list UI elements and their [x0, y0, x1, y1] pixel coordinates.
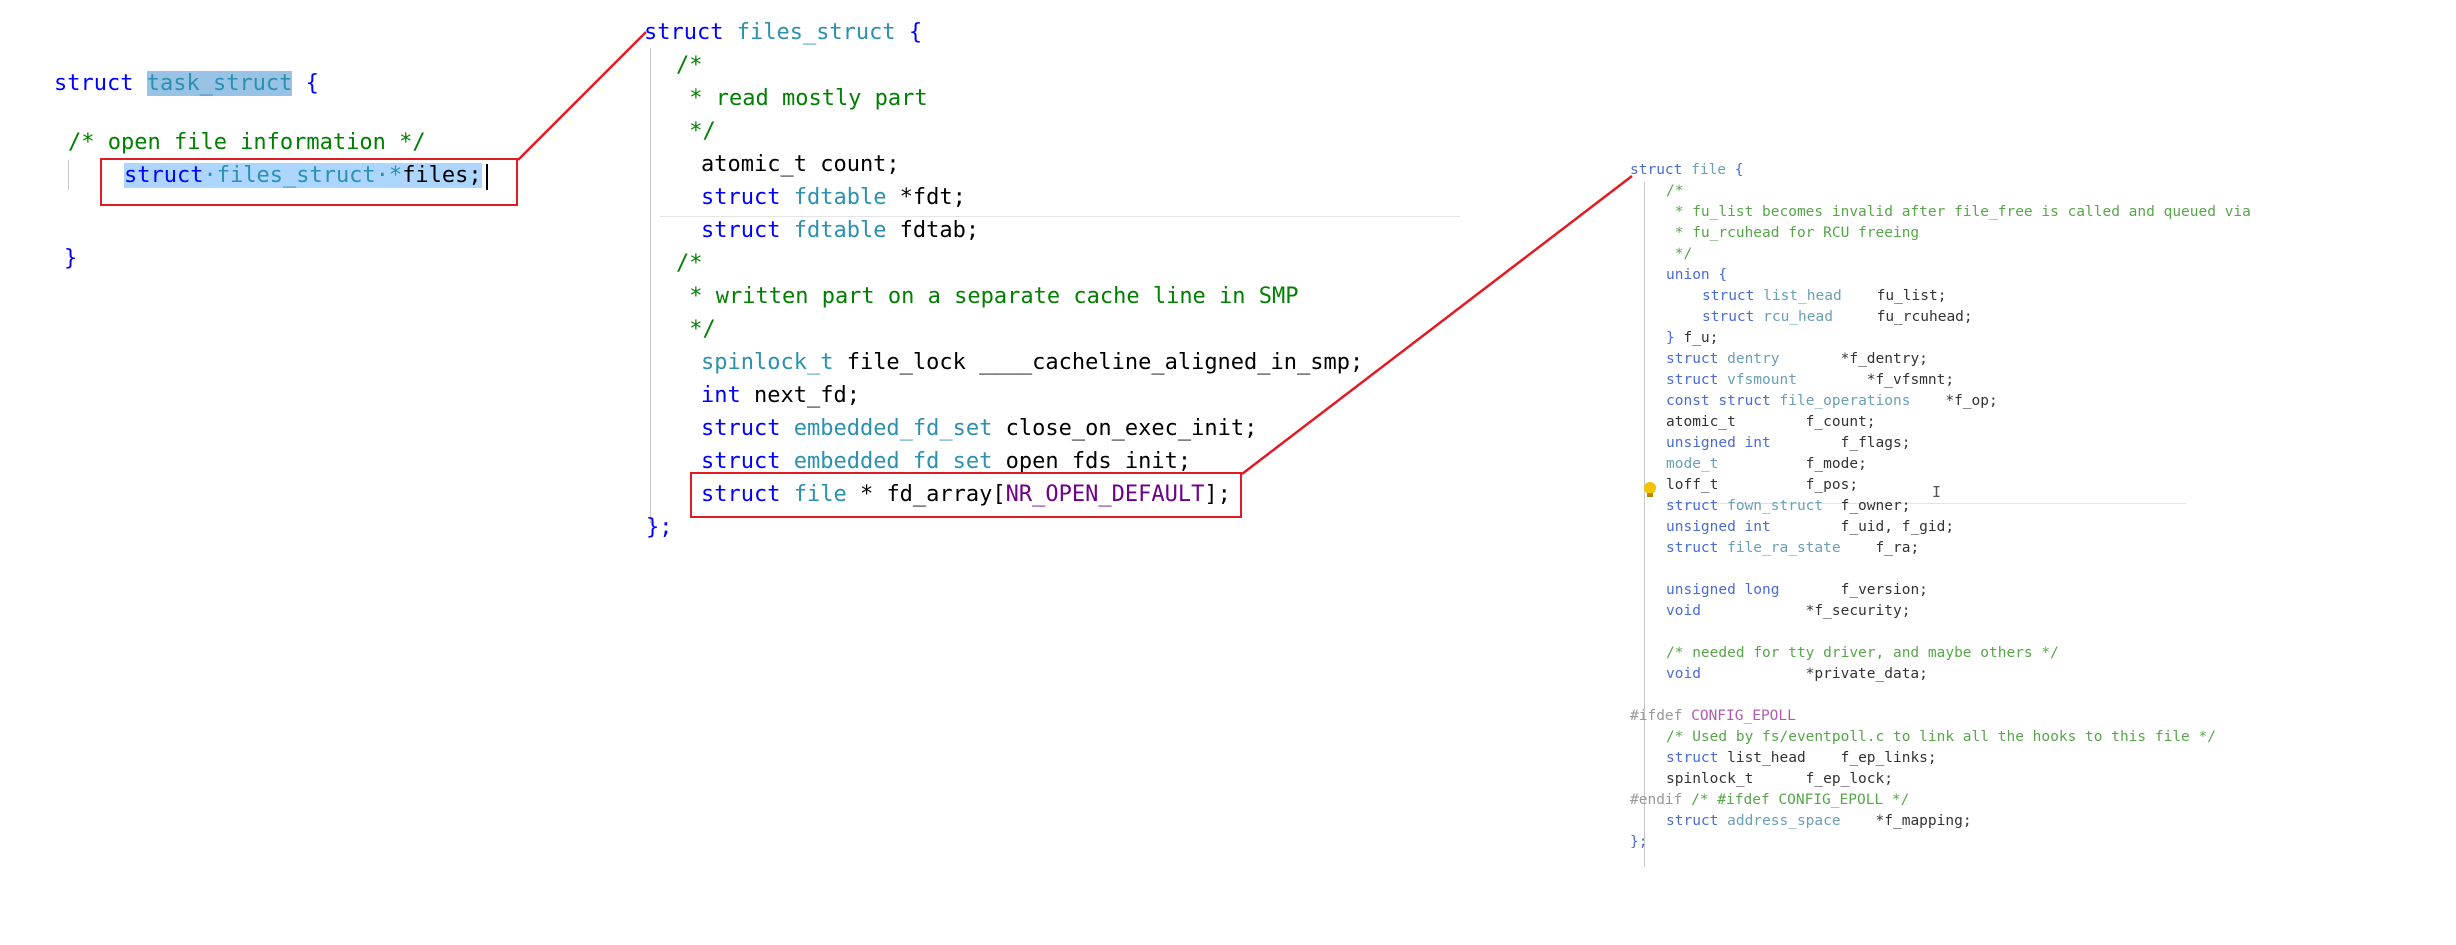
- connector-line-files-to-files-struct: [517, 31, 647, 161]
- connector-line-fd-array-to-file: [1241, 175, 1633, 475]
- callout-connectors: [517, 31, 1633, 475]
